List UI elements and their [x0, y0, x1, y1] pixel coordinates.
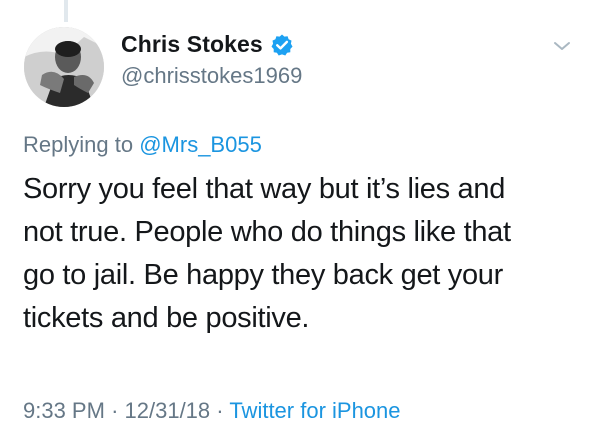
reply-mention-link[interactable]: @Mrs_B055 — [139, 132, 262, 157]
reply-context: Replying to @Mrs_B055 — [23, 132, 262, 158]
tweet-date[interactable]: 12/31/18 — [125, 398, 211, 423]
reply-prefix: Replying to — [23, 132, 134, 157]
tweet-text-line: go to jail. Be happy they back get your — [23, 259, 503, 291]
tweet-time[interactable]: 9:33 PM — [23, 398, 105, 423]
tweet-text-line: not true. People who do things like that — [23, 216, 511, 248]
thread-connector-line — [64, 0, 68, 22]
chevron-down-icon[interactable] — [550, 34, 574, 58]
avatar[interactable] — [24, 27, 104, 107]
tweet-text-line: tickets and be positive. — [23, 302, 310, 334]
tweet-text-line: Sorry you feel that way but it’s lies an… — [23, 173, 506, 205]
author-display-name[interactable]: Chris Stokes — [121, 31, 263, 58]
profile-photo — [24, 27, 104, 107]
tweet-source-link[interactable]: Twitter for iPhone — [229, 398, 400, 423]
meta-separator: · — [216, 398, 224, 423]
tweet-text: Sorry you feel that way but it’s lies an… — [23, 168, 583, 340]
author-handle[interactable]: @chrisstokes1969 — [121, 63, 302, 89]
verified-badge-icon — [270, 33, 294, 57]
author-name-row: Chris Stokes — [121, 31, 294, 58]
tweet-metadata: 9:33 PM · 12/31/18 · Twitter for iPhone — [23, 398, 401, 424]
meta-separator: · — [111, 398, 119, 423]
